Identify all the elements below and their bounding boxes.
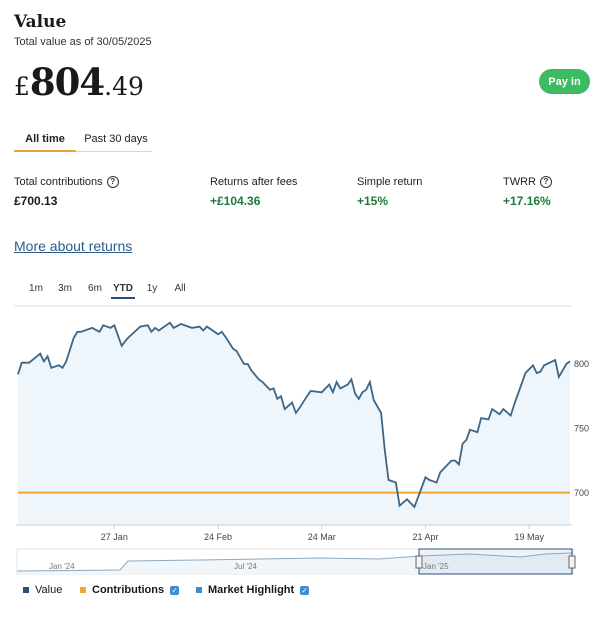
y-tick-label: 750 xyxy=(574,423,589,433)
stat-value: +£104.36 xyxy=(210,194,261,208)
stat-value: +15% xyxy=(357,194,389,208)
amount-integer: 804 xyxy=(29,60,105,104)
legend-value[interactable]: Value xyxy=(23,584,62,596)
period-tabs: All time Past 30 days xyxy=(14,129,152,152)
more-about-returns-link[interactable]: More about returns xyxy=(14,238,132,254)
range-all[interactable]: All xyxy=(170,281,190,297)
legend-market-highlight[interactable]: Market Highlight ✓ xyxy=(196,584,310,596)
navigator-label: Jul '24 xyxy=(234,562,257,571)
legend-label: Value xyxy=(35,584,63,596)
legend-label: Contributions xyxy=(92,584,165,596)
x-tick-label: 21 Apr xyxy=(413,532,439,542)
currency-symbol: £ xyxy=(14,72,30,101)
section-title: Value xyxy=(14,12,67,32)
stat-simple-return: Simple return +15% xyxy=(357,176,422,208)
stat-label: Simple return xyxy=(357,176,423,188)
value-date-caption: Total value as of 30/05/2025 xyxy=(14,36,152,48)
stat-value: £700.13 xyxy=(14,194,58,208)
stat-label: Returns after fees xyxy=(210,176,298,188)
stat-returns-after-fees: Returns after fees +£104.36 xyxy=(210,176,297,208)
legend-swatch xyxy=(196,587,202,593)
range-6m[interactable]: 6m xyxy=(84,281,106,297)
range-1y[interactable]: 1y xyxy=(143,281,161,297)
navigator-right-handle[interactable] xyxy=(568,555,576,569)
navigator-label: Jan '25 xyxy=(423,562,449,571)
total-value-amount: £804.49 xyxy=(14,60,144,104)
navigator-label: Jan '24 xyxy=(49,562,75,571)
range-3m[interactable]: 3m xyxy=(54,281,76,297)
x-tick-label: 27 Jan xyxy=(101,532,128,542)
x-tick-label: 24 Mar xyxy=(308,532,336,542)
pay-in-button[interactable]: Pay in xyxy=(539,69,590,94)
value-chart[interactable]: 27 Jan 24 Feb 24 Mar 21 Apr 19 May 700 750 800 xyxy=(0,300,600,550)
checkbox-checked-icon[interactable]: ✓ xyxy=(170,585,180,595)
x-tick-label: 24 Feb xyxy=(204,532,232,542)
legend-swatch xyxy=(80,587,86,593)
range-1m[interactable]: 1m xyxy=(26,281,46,297)
range-navigator[interactable]: Jan '24 Jul '24 Jan '25 xyxy=(0,546,600,578)
y-tick-label: 700 xyxy=(574,488,589,498)
stat-total-contributions: Total contributions? £700.13 xyxy=(14,176,119,208)
legend-label: Market Highlight xyxy=(208,584,295,596)
stat-label: TWRR xyxy=(503,176,536,188)
legend-contributions[interactable]: Contributions ✓ xyxy=(80,584,180,596)
x-tick-label: 19 May xyxy=(514,532,544,542)
legend-swatch xyxy=(23,587,29,593)
help-icon[interactable]: ? xyxy=(540,176,552,188)
tab-all-time[interactable]: All time xyxy=(14,129,76,152)
stat-value: +17.16% xyxy=(503,194,551,208)
help-icon[interactable]: ? xyxy=(106,176,119,188)
checkbox-checked-icon[interactable]: ✓ xyxy=(300,585,310,595)
stat-twrr: TWRR? +17.16% xyxy=(503,176,552,208)
amount-decimal: .49 xyxy=(104,72,144,101)
tab-past-30-days[interactable]: Past 30 days xyxy=(80,129,152,150)
value-area-fill xyxy=(18,322,570,525)
navigator-left-handle[interactable] xyxy=(415,555,423,569)
stat-label: Total contributions xyxy=(14,176,103,188)
y-tick-label: 800 xyxy=(574,359,589,369)
range-ytd[interactable]: YTD xyxy=(111,281,135,299)
